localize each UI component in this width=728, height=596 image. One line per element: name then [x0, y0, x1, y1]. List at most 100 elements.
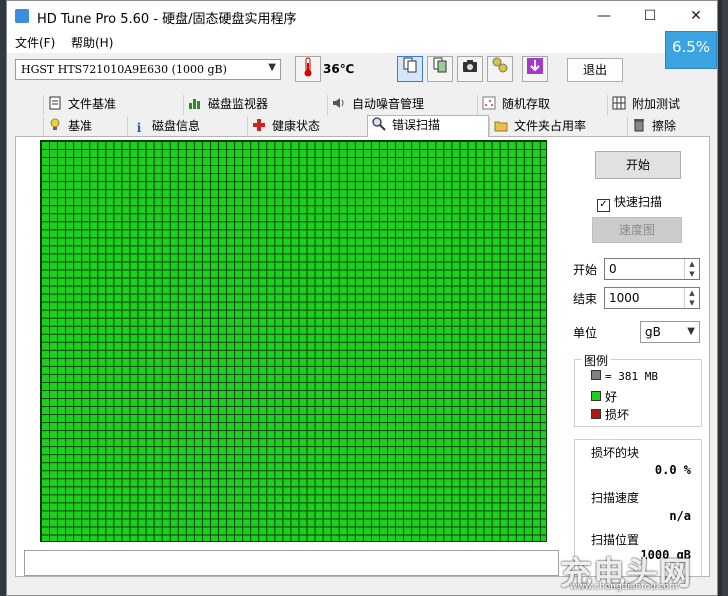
bad-blocks-label: 损坏的块 [591, 446, 640, 460]
status-box [24, 550, 559, 576]
download-arrow-icon [526, 58, 544, 78]
menu-file[interactable]: 文件(F) [15, 34, 55, 51]
app-icon [15, 9, 29, 23]
tab-error-scan[interactable]: 错误扫描 [367, 115, 489, 137]
exit-button[interactable]: 退出 [567, 58, 623, 82]
menu-bar: 文件(F) 帮助(H) [7, 31, 717, 53]
tab-health[interactable]: 健康状态 [247, 117, 367, 137]
tab-label: 文件夹占用率 [514, 119, 587, 133]
grid-icon [612, 96, 626, 110]
tab-label: 擦除 [652, 119, 677, 133]
save-button[interactable] [522, 56, 548, 82]
scatter-icon [482, 96, 496, 110]
bad-blocks-value: 0.0 % [654, 463, 691, 477]
quick-scan-label: 快速扫描 [614, 195, 663, 209]
scan-position-label: 扫描位置 [591, 533, 640, 547]
options-icon [492, 57, 508, 76]
tab-row-bottom: 基准 i 磁盘信息 健康状态 错误扫描 文件夹占用率 擦除 [11, 115, 709, 137]
tab-label: 自动噪音管理 [352, 97, 425, 111]
chevron-down-icon: ▼ [268, 62, 276, 73]
tab-label: 健康状态 [272, 119, 321, 133]
unit-select[interactable]: gB ▼ [640, 321, 700, 343]
magnifier-icon [372, 117, 386, 131]
toolbar: HGST HTS721010A9E630 (1000 gB) ▼ 36℃ 退出 [7, 53, 717, 87]
spin-arrows-icon[interactable]: ▲ ▼ [684, 288, 699, 308]
tab-label: 磁盘信息 [152, 119, 201, 133]
screenshot-button[interactable] [457, 56, 483, 82]
camera-icon [462, 60, 478, 76]
tab-label: 错误扫描 [392, 118, 441, 132]
close-button[interactable]: ✕ [673, 1, 717, 31]
tab-folder-usage[interactable]: 文件夹占用率 [489, 117, 627, 137]
tab-label: 磁盘监视器 [208, 97, 269, 111]
legend-good-swatch [591, 391, 601, 401]
legend-bad-label: 损坏 [605, 408, 630, 422]
checkbox-checked-icon: ✓ [597, 199, 610, 212]
minimize-button[interactable]: — [581, 1, 627, 31]
end-input[interactable]: 1000 ▲ ▼ [604, 287, 700, 309]
tab-erase[interactable]: 擦除 [627, 117, 709, 137]
window-title: HD Tune Pro 5.60 - 硬盘/固态硬盘实用程序 [37, 12, 297, 27]
tab-label: 随机存取 [502, 97, 551, 111]
watermark-url: www.chongdiantou.com [570, 582, 678, 592]
tab-disk-monitor[interactable]: 磁盘监视器 [183, 95, 327, 115]
legend-block-swatch [591, 370, 601, 380]
start-value: 0 [609, 262, 617, 276]
file-icon [48, 96, 62, 110]
options-button[interactable] [487, 56, 513, 82]
usage-badge: 6.5% [665, 31, 717, 69]
unit-value: gB [645, 325, 661, 339]
legend-good-label: 好 [605, 390, 618, 404]
tab-label: 文件基准 [68, 97, 117, 111]
scan-speed-value: n/a [669, 509, 691, 523]
temperature-value: 36℃ [323, 62, 355, 76]
title-bar: HD Tune Pro 5.60 - 硬盘/固态硬盘实用程序 — ☐ ✕ [7, 1, 717, 31]
chart-icon [188, 96, 202, 110]
folder-icon [494, 120, 508, 134]
copy-all-button[interactable] [427, 56, 453, 82]
tab-benchmark[interactable]: 基准 [43, 117, 127, 137]
scan-block-map [40, 140, 547, 542]
watermark: 充电头网 www.chongdiantou.com [560, 548, 720, 594]
maximize-button[interactable]: ☐ [627, 1, 673, 31]
quick-scan-checkbox[interactable]: ✓ 快速扫描 [597, 193, 662, 212]
legend-group: 图例 = 381 MB 好 损坏 [574, 352, 702, 427]
temperature-button[interactable] [295, 56, 321, 82]
legend-bad-swatch [591, 409, 601, 419]
trash-icon [632, 118, 646, 132]
end-label: 结束 [573, 292, 598, 306]
tab-row-top: 文件基准 磁盘监视器 自动噪音管理 随机存取 附加测试 [11, 95, 709, 115]
chevron-down-icon: ▼ [687, 326, 695, 337]
error-scan-panel: 开始 ✓ 快速扫描 速度图 开始 0 ▲ ▼ 结束 1000 ▲ ▼ 单位 gB ▼ … [15, 136, 710, 579]
start-input[interactable]: 0 ▲ ▼ [604, 258, 700, 280]
start-label: 开始 [573, 263, 598, 277]
legend-title: 图例 [581, 352, 612, 369]
desktop-background-right [722, 0, 728, 596]
tab-extra-tests[interactable]: 附加测试 [607, 95, 709, 115]
tab-label: 附加测试 [632, 97, 681, 111]
tab-disk-info[interactable]: i 磁盘信息 [127, 117, 247, 137]
unit-label: 单位 [573, 326, 598, 340]
copy-all-icon [432, 57, 448, 76]
copy-icon [402, 57, 418, 76]
health-cross-icon [252, 118, 266, 132]
app-window: HD Tune Pro 5.60 - 硬盘/固态硬盘实用程序 — ☐ ✕ 文件(… [6, 0, 718, 596]
tab-label: 基准 [68, 119, 93, 133]
thermometer-icon [303, 57, 313, 80]
spin-arrows-icon[interactable]: ▲ ▼ [684, 259, 699, 279]
tab-random-access[interactable]: 随机存取 [477, 95, 607, 115]
speed-map-button[interactable]: 速度图 [592, 217, 682, 243]
tab-file-benchmark[interactable]: 文件基准 [43, 95, 183, 115]
bulb-icon [48, 118, 62, 132]
drive-select-value: HGST HTS721010A9E630 (1000 gB) [21, 63, 227, 76]
legend-bad-row: 损坏 [591, 406, 629, 423]
scan-speed-label: 扫描速度 [591, 491, 640, 505]
drive-select[interactable]: HGST HTS721010A9E630 (1000 gB) ▼ [15, 59, 281, 80]
info-icon: i [136, 121, 142, 135]
menu-help[interactable]: 帮助(H) [71, 34, 113, 51]
copy-info-button[interactable] [397, 56, 423, 82]
speaker-icon [332, 96, 346, 110]
tab-noise-management[interactable]: 自动噪音管理 [327, 95, 477, 115]
legend-good-row: 好 [591, 388, 617, 405]
start-scan-button[interactable]: 开始 [595, 151, 681, 179]
